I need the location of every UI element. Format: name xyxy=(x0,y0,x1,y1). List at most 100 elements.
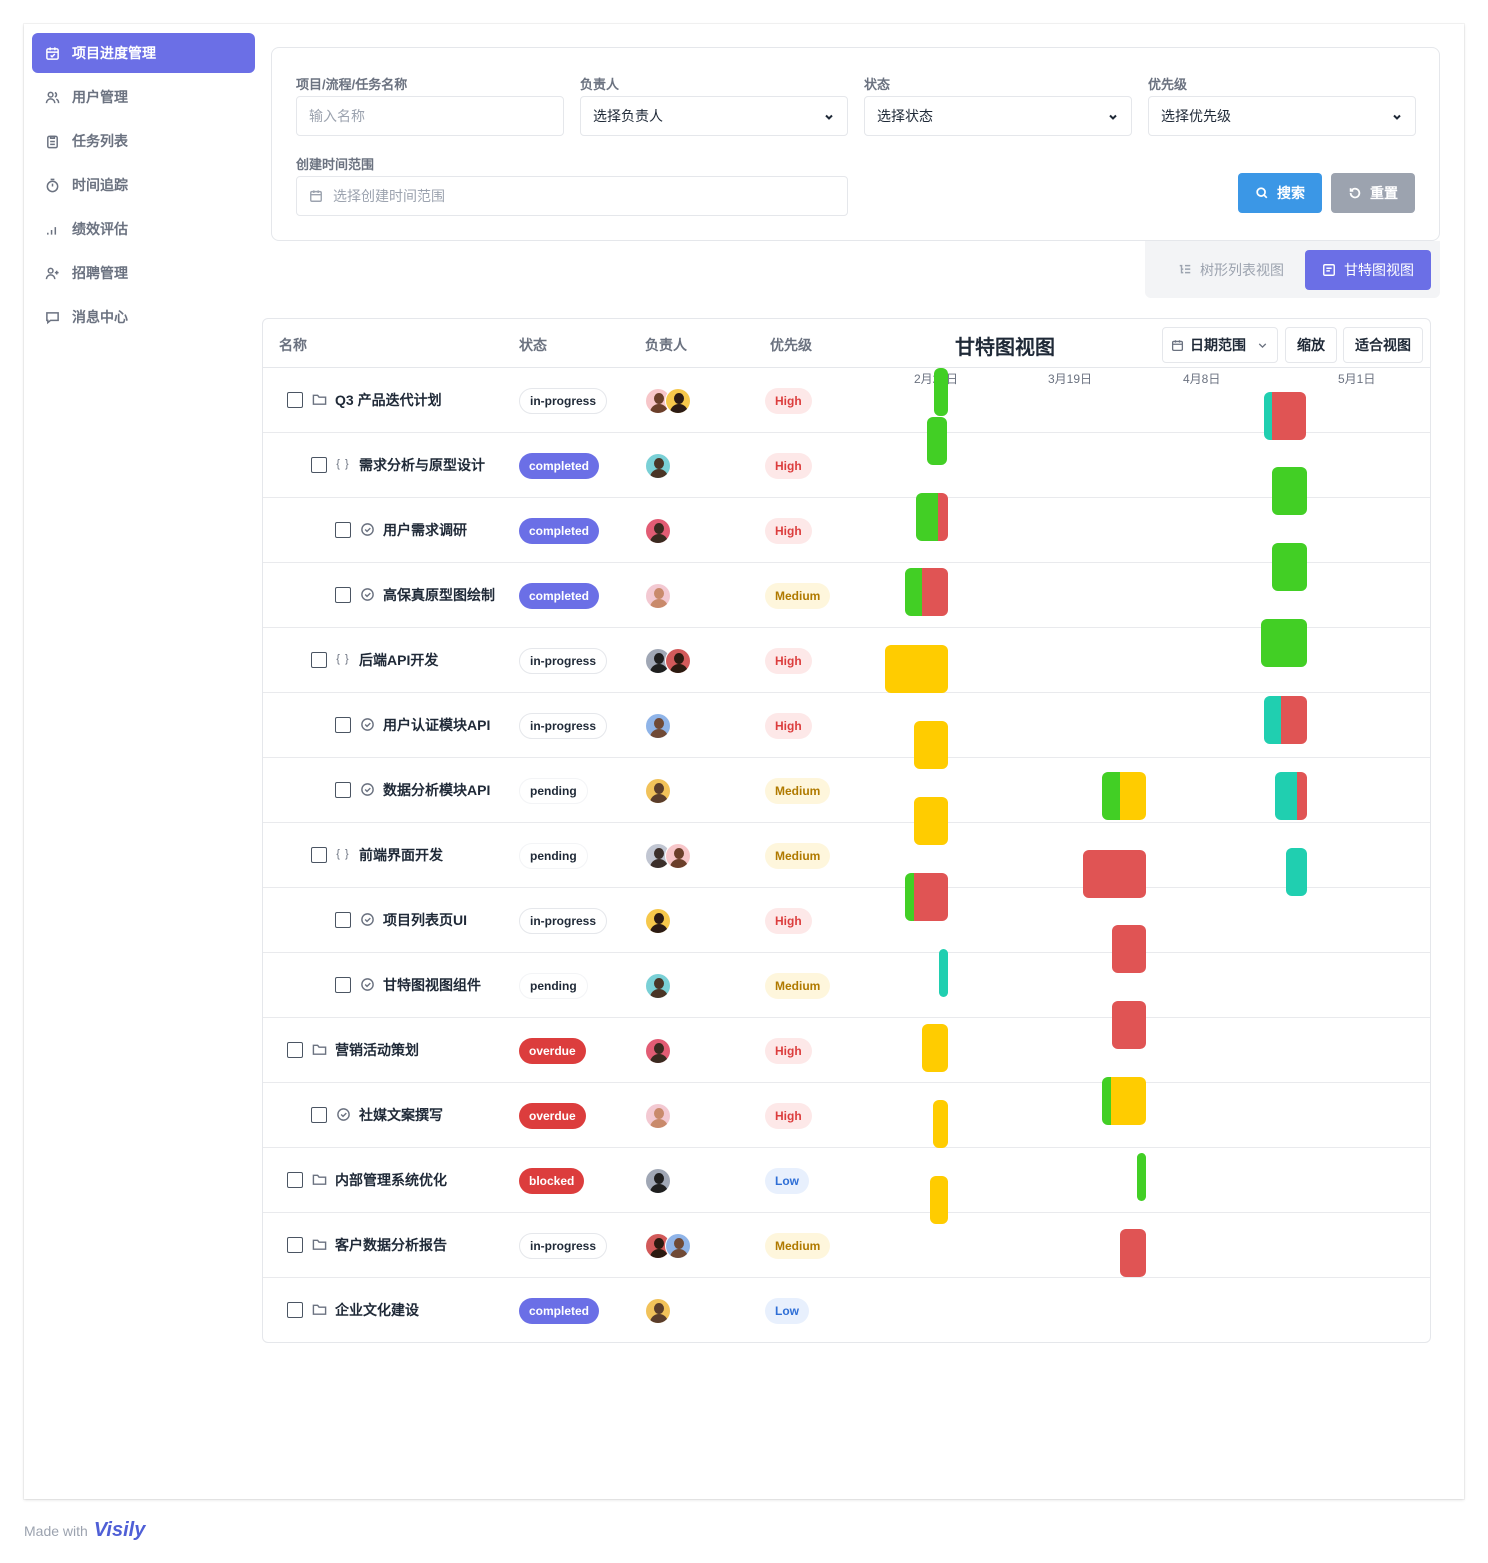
sidebar-item-users[interactable]: 用户管理 xyxy=(32,77,255,117)
gantt-bar[interactable] xyxy=(922,1024,948,1072)
row-name[interactable]: 项目列表页UI xyxy=(383,910,467,930)
gantt-bar[interactable] xyxy=(885,645,948,693)
row-name[interactable]: 甘特图视图组件 xyxy=(383,975,481,995)
check-circle-icon xyxy=(359,781,375,797)
gantt-bar-segment xyxy=(922,568,948,616)
check-circle-icon xyxy=(359,976,375,992)
gantt-bar[interactable] xyxy=(934,368,948,416)
row-checkbox[interactable] xyxy=(335,977,351,993)
sidebar-item-project-progress[interactable]: 项目进度管理 xyxy=(32,33,255,73)
users-icon xyxy=(44,89,60,105)
gantt-bar-segment xyxy=(934,368,948,416)
row-checkbox[interactable] xyxy=(287,392,303,408)
gantt-bar[interactable] xyxy=(933,1100,948,1148)
row-checkbox[interactable] xyxy=(311,652,327,668)
gantt-bar[interactable] xyxy=(1112,1001,1146,1049)
row-name[interactable]: 用户需求调研 xyxy=(383,520,467,540)
status-badge: in-progress xyxy=(519,713,608,739)
owner-avatars xyxy=(645,778,671,804)
gantt-bar[interactable] xyxy=(914,721,948,769)
calendar-check-icon xyxy=(44,45,60,61)
fit-view-button[interactable]: 适合视图 xyxy=(1343,327,1423,363)
sidebar-item-tasks[interactable]: 任务列表 xyxy=(32,121,255,161)
gantt-bar[interactable] xyxy=(905,873,948,921)
row-name[interactable]: Q3 产品迭代计划 xyxy=(335,390,442,410)
row-checkbox[interactable] xyxy=(287,1237,303,1253)
sidebar-item-messages[interactable]: 消息中心 xyxy=(32,297,255,337)
gantt-bar-segment xyxy=(1275,772,1298,820)
gantt-bar[interactable] xyxy=(1261,619,1307,667)
gantt-bar[interactable] xyxy=(930,1176,948,1224)
gantt-bar[interactable] xyxy=(1112,925,1146,973)
name-search-input[interactable]: 输入名称 xyxy=(296,96,564,136)
gantt-bar[interactable] xyxy=(927,417,947,465)
gantt-bar[interactable] xyxy=(914,797,948,845)
status-badge: in-progress xyxy=(519,1233,608,1259)
row-checkbox[interactable] xyxy=(311,457,327,473)
owner-avatars xyxy=(645,908,671,934)
gantt-bar-segment xyxy=(1264,696,1282,744)
row-name[interactable]: 内部管理系统优化 xyxy=(335,1170,447,1190)
gantt-bar-segment xyxy=(1272,543,1307,591)
tree-view-button[interactable]: 树形列表视图 xyxy=(1157,250,1305,290)
row-name[interactable]: 营销活动策划 xyxy=(335,1040,419,1060)
priority-badge: Medium xyxy=(765,843,831,869)
search-button[interactable]: 搜索 xyxy=(1238,173,1322,213)
clipboard-icon xyxy=(44,133,60,149)
row-checkbox[interactable] xyxy=(287,1172,303,1188)
row-name[interactable]: 数据分析模块API xyxy=(383,780,490,800)
gantt-bar[interactable] xyxy=(1275,772,1307,820)
gantt-bar[interactable] xyxy=(1102,772,1146,820)
gantt-bar[interactable] xyxy=(916,493,948,541)
gantt-bar[interactable] xyxy=(1264,696,1307,744)
priority-select[interactable]: 选择优先级 xyxy=(1148,96,1416,136)
row-checkbox[interactable] xyxy=(335,522,351,538)
gantt-bar[interactable] xyxy=(905,568,948,616)
gantt-bar-segment xyxy=(1272,467,1307,515)
gantt-bar[interactable] xyxy=(1102,1077,1146,1125)
row-checkbox[interactable] xyxy=(335,912,351,928)
sidebar-item-recruitment[interactable]: 招聘管理 xyxy=(32,253,255,293)
row-name[interactable]: 后端API开发 xyxy=(359,650,438,670)
gantt-bar[interactable] xyxy=(1272,467,1307,515)
row-name[interactable]: 前端界面开发 xyxy=(359,845,443,865)
gantt-bar[interactable] xyxy=(939,949,948,997)
gantt-bar[interactable] xyxy=(1137,1153,1146,1201)
priority-badge: High xyxy=(765,518,812,544)
priority-badge: Medium xyxy=(765,973,831,999)
owner-select[interactable]: 选择负责人 xyxy=(580,96,848,136)
row-name[interactable]: 高保真原型图绘制 xyxy=(383,585,495,605)
row-checkbox[interactable] xyxy=(335,587,351,603)
gantt-bar[interactable] xyxy=(1272,543,1307,591)
priority-badge: Medium xyxy=(765,1233,831,1259)
row-checkbox[interactable] xyxy=(287,1302,303,1318)
row-checkbox[interactable] xyxy=(335,782,351,798)
avatar xyxy=(645,908,671,934)
sidebar-item-time-tracking[interactable]: 时间追踪 xyxy=(32,165,255,205)
row-name[interactable]: 企业文化建设 xyxy=(335,1300,419,1320)
sidebar-item-performance[interactable]: 绩效评估 xyxy=(32,209,255,249)
tree-view-label: 树形列表视图 xyxy=(1200,262,1284,278)
row-checkbox[interactable] xyxy=(311,1107,327,1123)
avatar xyxy=(645,453,671,479)
row-name[interactable]: 需求分析与原型设计 xyxy=(359,455,485,475)
gantt-bar[interactable] xyxy=(1083,850,1146,898)
gantt-bar[interactable] xyxy=(1286,848,1307,896)
row-checkbox[interactable] xyxy=(335,717,351,733)
row-checkbox[interactable] xyxy=(287,1042,303,1058)
row-name[interactable]: 用户认证模块API xyxy=(383,715,490,735)
priority-badge: Low xyxy=(765,1168,809,1194)
row-checkbox[interactable] xyxy=(311,847,327,863)
row-name[interactable]: 客户数据分析报告 xyxy=(335,1235,447,1255)
sidebar: 项目进度管理 用户管理 任务列表 时间追踪 绩效评估 招聘管理 消息中心 xyxy=(32,33,255,341)
gantt-view-button[interactable]: 甘特图视图 xyxy=(1305,250,1431,290)
chevron-down-icon xyxy=(823,110,835,122)
gantt-bar[interactable] xyxy=(1264,392,1306,440)
date-range-button[interactable]: 日期范围 xyxy=(1162,327,1278,363)
row-name[interactable]: 社媒文案撰写 xyxy=(359,1105,443,1125)
reset-button[interactable]: 重置 xyxy=(1331,173,1415,213)
gantt-bar[interactable] xyxy=(1120,1229,1146,1277)
status-select[interactable]: 选择状态 xyxy=(864,96,1132,136)
date-range-picker[interactable]: 选择创建时间范围 xyxy=(296,176,848,216)
zoom-button[interactable]: 缩放 xyxy=(1285,327,1337,363)
